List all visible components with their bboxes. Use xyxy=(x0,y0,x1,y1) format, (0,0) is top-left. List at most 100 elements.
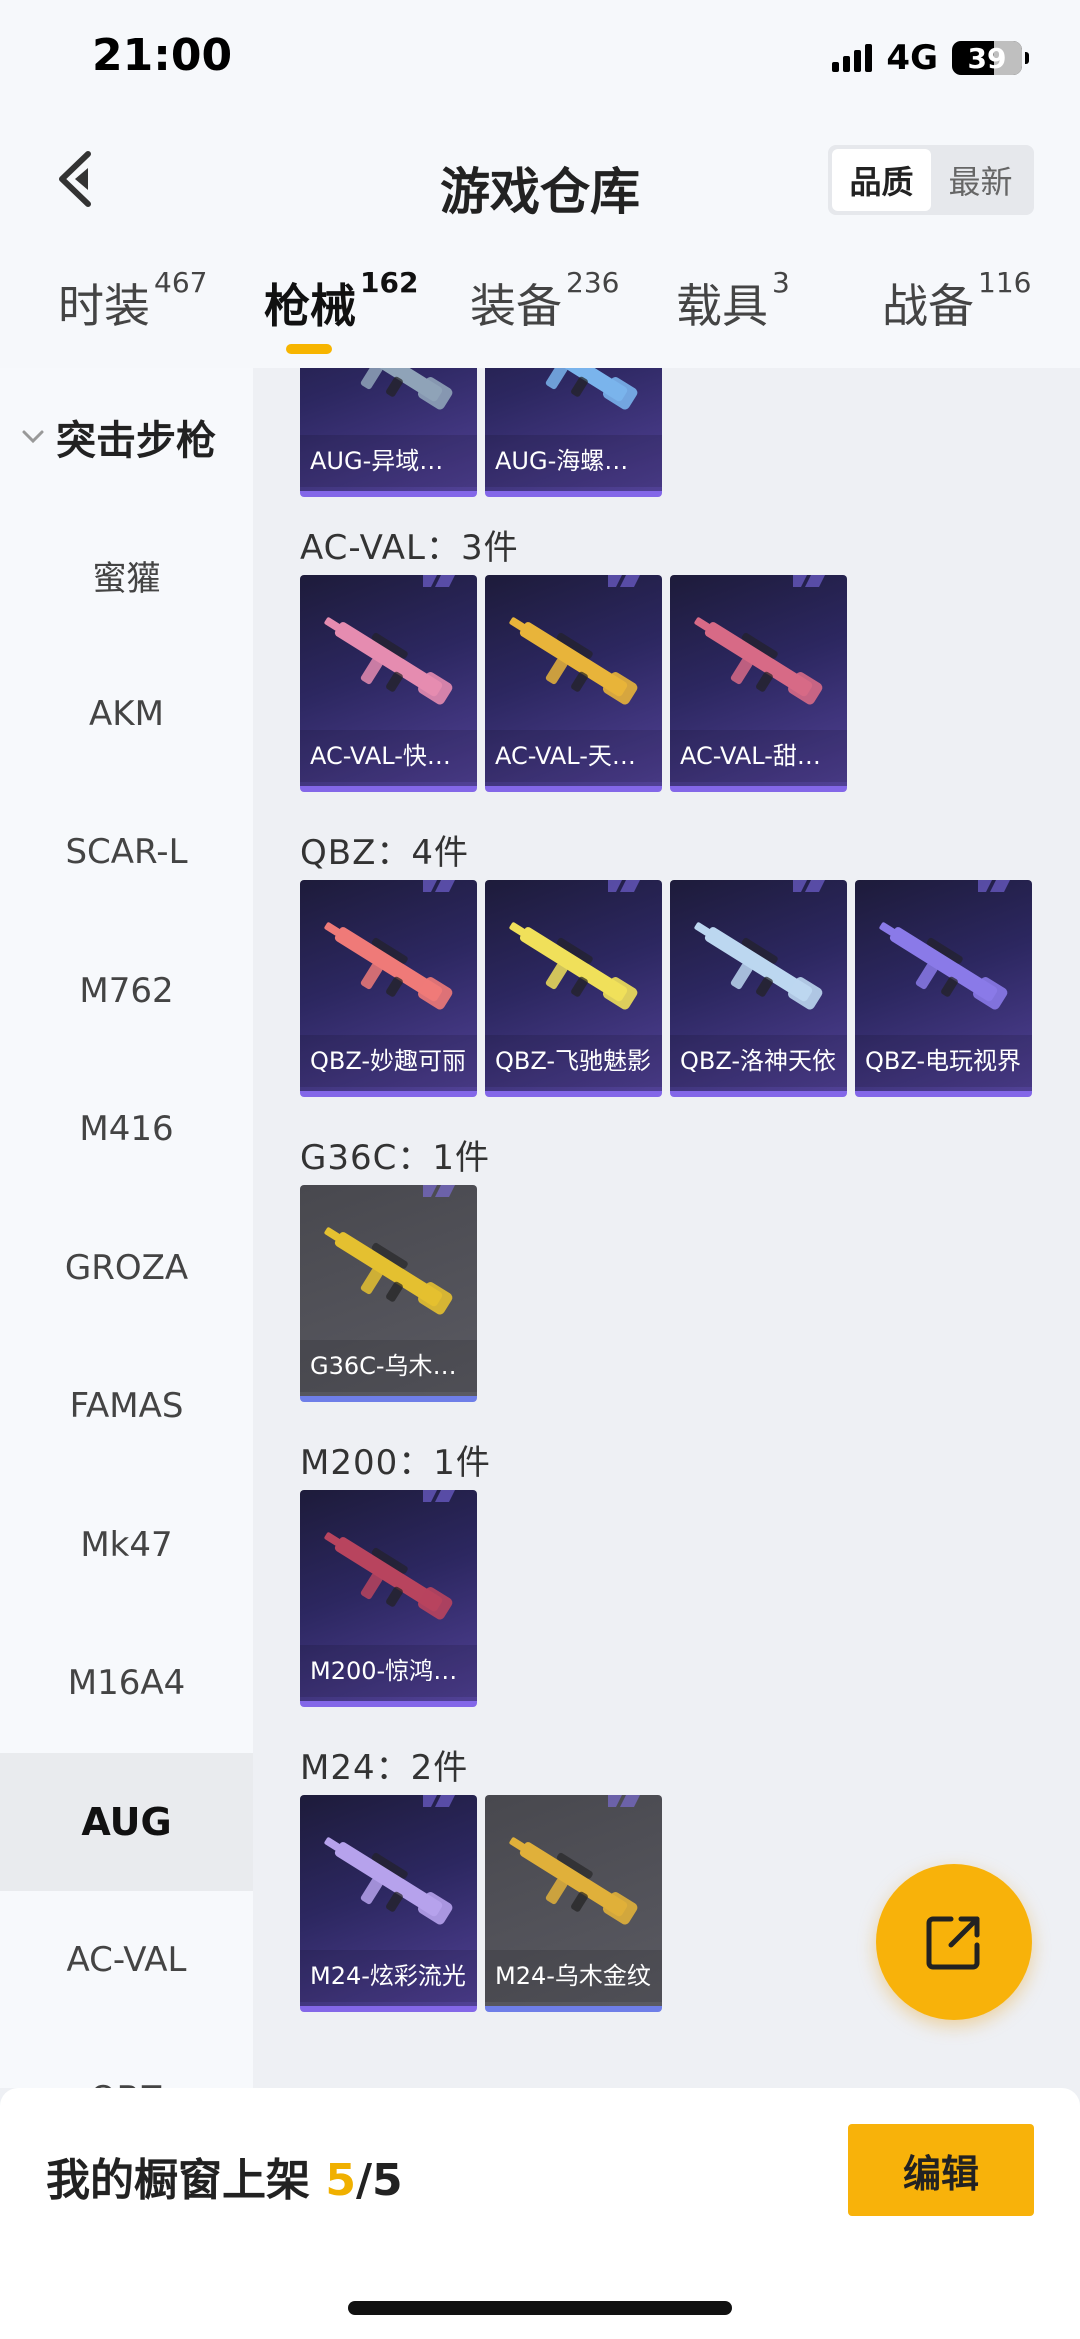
weapon-type-sidebar: 突击步枪 蜜獾 AKM SCAR-L M762 M416 GROZA FAMAS Mk47 M1… xyxy=(0,368,253,2088)
item-card[interactable]: AC-VAL-快意恩仇 xyxy=(300,575,477,792)
sidebar-item[interactable]: M416 xyxy=(0,1060,253,1198)
item-card[interactable]: M200-惊鸿一瞥 xyxy=(300,1490,477,1707)
corner-deco-icon xyxy=(608,575,640,587)
corner-deco-icon xyxy=(423,575,455,587)
corner-deco-icon xyxy=(793,575,825,587)
item-card[interactable]: QBZ-飞驰魅影 xyxy=(485,880,662,1097)
sidebar-section-assault-rifles[interactable]: 突击步枪 xyxy=(0,368,253,506)
sidebar-item[interactable]: M762 xyxy=(0,922,253,1060)
sidebar-item[interactable]: GROZA xyxy=(0,1199,253,1337)
tab-count: 236 xyxy=(566,266,620,299)
battery-icon: 39 xyxy=(952,41,1029,75)
active-tab-indicator xyxy=(286,344,332,354)
tab-supplies[interactable]: 战备 116 xyxy=(882,266,1031,336)
weapon-skin-icon xyxy=(324,1532,453,1620)
group-label: QBZ：4件 xyxy=(300,833,470,873)
item-card[interactable]: AUG-海螺奇遇 xyxy=(485,368,662,497)
edit-button[interactable]: 编辑 xyxy=(848,2124,1034,2216)
header: 游戏仓库 品质 最新 xyxy=(0,120,1080,240)
network-type: 4G xyxy=(886,38,938,78)
battery-level: 39 xyxy=(967,41,1007,75)
item-name: M24-炫彩流光 xyxy=(300,1950,477,2002)
tab-guns[interactable]: 枪械 162 xyxy=(264,266,418,336)
weapon-skin-icon xyxy=(324,1837,453,1925)
item-name: M200-惊鸿一瞥 xyxy=(300,1645,477,1697)
share-button[interactable] xyxy=(876,1864,1032,2020)
weapon-skin-icon xyxy=(334,368,453,410)
corner-deco-icon xyxy=(608,1795,640,1807)
item-name: QBZ-妙趣可丽 xyxy=(300,1035,477,1087)
sidebar-item[interactable]: AUG xyxy=(0,1752,253,1891)
group-label: G36C：1件 xyxy=(300,1138,490,1178)
sidebar-item[interactable]: AC-VAL xyxy=(0,1891,253,2029)
item-name: AC-VAL-甜心宝贝 xyxy=(670,730,847,782)
group-label: M24：2件 xyxy=(300,1748,469,1788)
tab-count: 467 xyxy=(154,266,208,299)
sidebar-item[interactable]: AKM xyxy=(0,645,253,783)
corner-deco-icon xyxy=(978,880,1010,892)
item-card[interactable]: QBZ-电玩视界 xyxy=(855,880,1032,1097)
showcase-current: 5 xyxy=(325,2155,356,2206)
status-time: 21:00 xyxy=(92,30,233,81)
item-name: G36C-乌木金纹 xyxy=(300,1340,477,1392)
corner-deco-icon xyxy=(423,880,455,892)
item-name: AC-VAL-快意恩仇 xyxy=(300,730,477,782)
sidebar-item[interactable]: QBZ xyxy=(0,2030,253,2089)
category-tabs: 时装 467 枪械 162 装备 236 载具 3 战备 116 xyxy=(0,240,1080,368)
group-label: M200：1件 xyxy=(300,1443,491,1483)
item-name: AUG-异域风情 xyxy=(300,435,477,487)
tab-count: 3 xyxy=(772,266,790,299)
sidebar-item[interactable]: SCAR-L xyxy=(0,783,253,921)
tab-equipment[interactable]: 装备 236 xyxy=(470,266,619,336)
corner-deco-icon xyxy=(608,880,640,892)
sort-latest-button[interactable]: 最新 xyxy=(931,149,1030,211)
tab-count: 116 xyxy=(978,266,1032,299)
corner-deco-icon xyxy=(793,880,825,892)
sidebar-item[interactable]: M16A4 xyxy=(0,1614,253,1752)
tab-count: 162 xyxy=(360,266,419,299)
item-name: AC-VAL-天选之人 xyxy=(485,730,662,782)
status-bar: 21:00 4G 39 xyxy=(0,0,1080,120)
home-indicator xyxy=(348,2301,732,2315)
showcase-status: 我的橱窗上架 5/5 xyxy=(46,2155,403,2206)
weapon-skin-icon xyxy=(509,1837,638,1925)
weapon-skin-icon xyxy=(324,1227,453,1315)
item-card[interactable]: QBZ-洛神天依 xyxy=(670,880,847,1097)
group-label: AC-VAL：3件 xyxy=(300,528,519,568)
item-card[interactable]: G36C-乌木金纹 xyxy=(300,1185,477,1402)
item-card[interactable]: AUG-异域风情 xyxy=(300,368,477,497)
sidebar-item[interactable]: Mk47 xyxy=(0,1476,253,1614)
signal-icon xyxy=(832,44,873,72)
item-card[interactable]: M24-炫彩流光 xyxy=(300,1795,477,2012)
item-card[interactable]: QBZ-妙趣可丽 xyxy=(300,880,477,1097)
tab-outfits[interactable]: 时装 467 xyxy=(58,266,207,336)
weapon-skin-icon xyxy=(879,922,1008,1010)
sort-toggle: 品质 最新 xyxy=(828,145,1034,215)
item-grid: AUG-异域风情AUG-海螺奇遇AC-VAL：3件AC-VAL-快意恩仇AC-V… xyxy=(253,368,1080,2088)
sort-quality-button[interactable]: 品质 xyxy=(832,149,931,211)
item-card[interactable]: AC-VAL-甜心宝贝 xyxy=(670,575,847,792)
sidebar-item[interactable]: 蜜獾 xyxy=(0,506,253,644)
status-indicators: 4G 39 xyxy=(832,38,1029,78)
item-name: M24-乌木金纹 xyxy=(485,1950,662,2002)
item-name: QBZ-洛神天依 xyxy=(670,1035,847,1087)
item-card[interactable]: M24-乌木金纹 xyxy=(485,1795,662,2012)
weapon-skin-icon xyxy=(324,617,453,705)
item-card[interactable]: AC-VAL-天选之人 xyxy=(485,575,662,792)
corner-deco-icon xyxy=(423,1795,455,1807)
weapon-skin-icon xyxy=(509,922,638,1010)
weapon-skin-icon xyxy=(324,922,453,1010)
tab-vehicles[interactable]: 载具 3 xyxy=(676,266,790,336)
weapon-skin-icon xyxy=(694,922,823,1010)
chevron-down-icon xyxy=(22,430,44,444)
corner-deco-icon xyxy=(423,1490,455,1502)
weapon-skin-icon xyxy=(519,368,638,410)
item-name: AUG-海螺奇遇 xyxy=(485,435,662,487)
item-name: QBZ-飞驰魅影 xyxy=(485,1035,662,1087)
showcase-total: /5 xyxy=(355,2155,403,2206)
weapon-skin-icon xyxy=(694,617,823,705)
sidebar-item[interactable]: FAMAS xyxy=(0,1337,253,1475)
share-icon xyxy=(926,1916,980,1970)
weapon-skin-icon xyxy=(509,617,638,705)
corner-deco-icon xyxy=(423,1185,455,1197)
